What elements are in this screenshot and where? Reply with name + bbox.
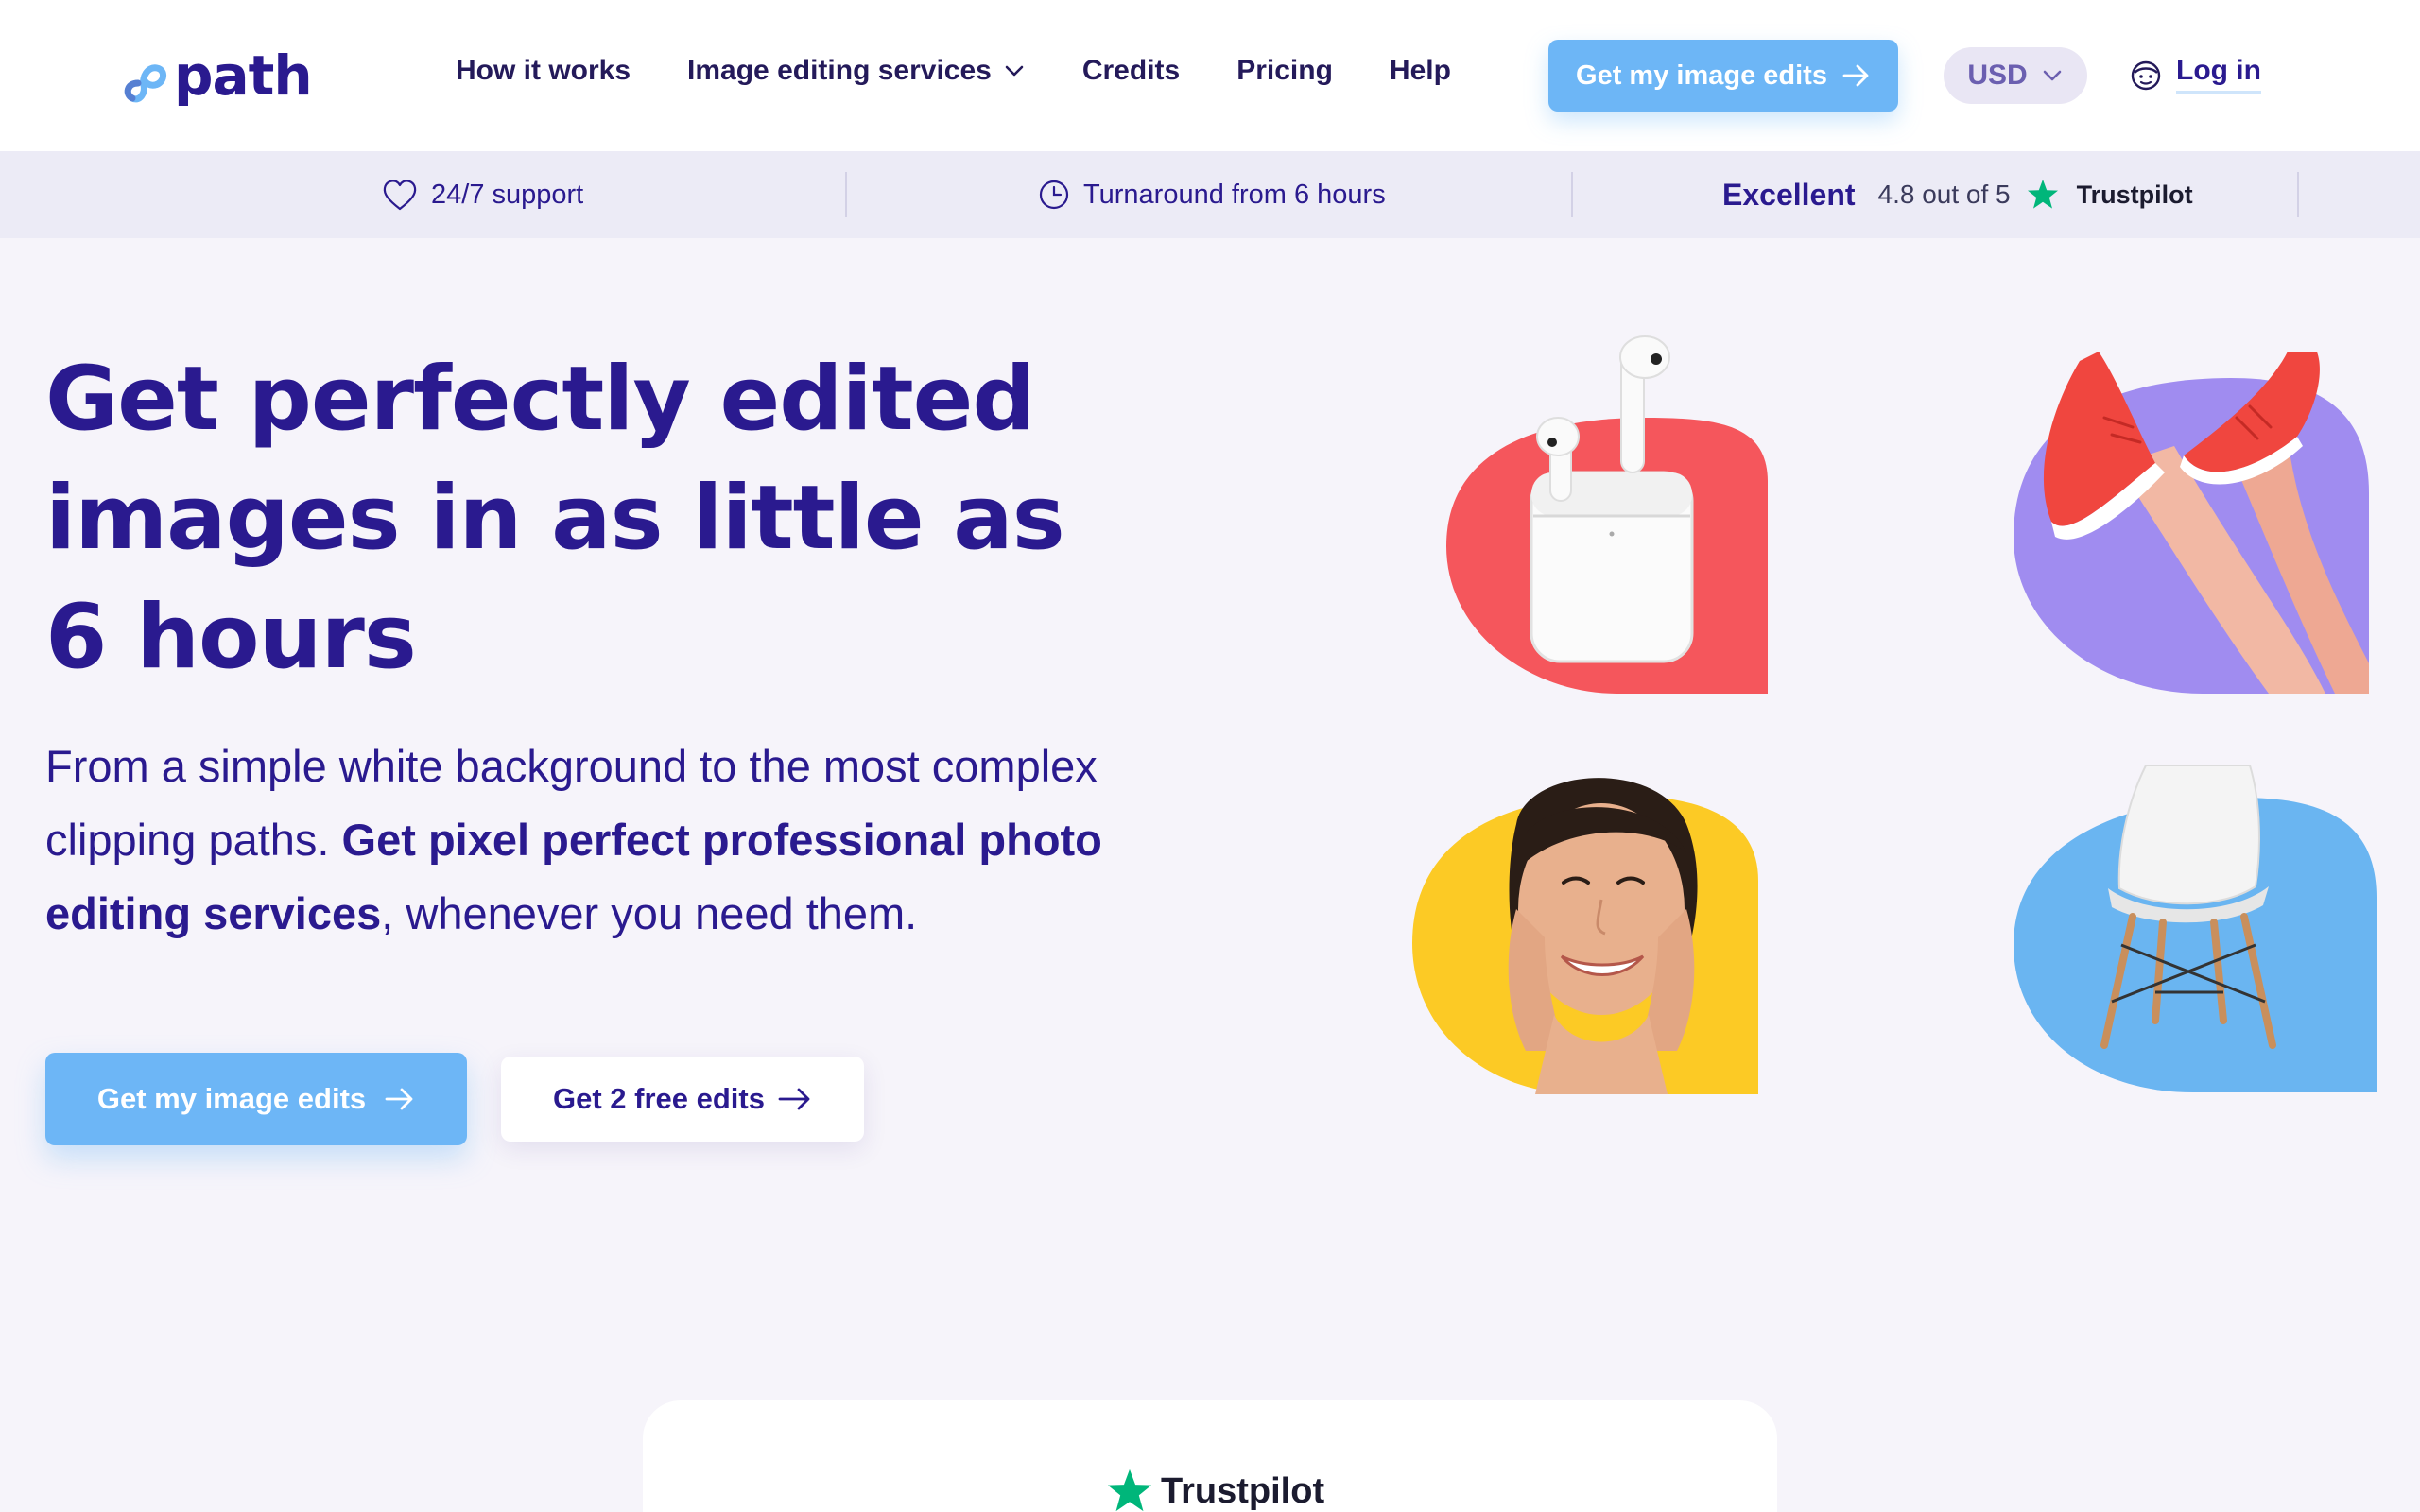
review-card-trustpilot-wordmark: Trustpilot	[1161, 1470, 1325, 1511]
hero-title: Get perfectly edited images in as little…	[45, 348, 1065, 689]
brand-logo[interactable]: path	[117, 43, 313, 108]
airpods-image	[1446, 331, 1768, 694]
user-face-icon	[2131, 60, 2161, 91]
nav-image-editing-services[interactable]: Image editing services	[687, 55, 1026, 87]
hero-subtitle-outro: , whenever you need them.	[381, 888, 918, 938]
header-get-edits-label: Get my image edits	[1576, 60, 1827, 91]
free-edits-label: Get 2 free edits	[553, 1082, 765, 1115]
hero-get-edits-button[interactable]: Get my image edits	[45, 1053, 467, 1145]
chevron-down-icon	[2043, 70, 2061, 81]
brand-name: path	[174, 43, 313, 108]
login-link[interactable]: Log in	[2129, 55, 2261, 94]
nav-credits[interactable]: Credits	[1082, 55, 1180, 87]
nav-help-label: Help	[1389, 55, 1451, 86]
strip-divider	[2297, 172, 2299, 217]
arrow-right-icon	[1842, 64, 1869, 87]
nav-pricing[interactable]: Pricing	[1236, 55, 1333, 87]
main-nav: How it works Image editing services Cred…	[456, 55, 1508, 87]
nav-help[interactable]: Help	[1390, 55, 1451, 87]
sneakers-image	[2014, 352, 2369, 694]
airpods-illustration	[1446, 335, 1768, 694]
review-card-trustpilot-logo[interactable]: Trustpilot	[1104, 1467, 1324, 1512]
path-logo-icon	[124, 64, 166, 103]
hero-subtitle: From a simple white background to the mo…	[45, 730, 1208, 951]
chair-illustration	[2014, 765, 2377, 1092]
nav-image-editing-services-label: Image editing services	[687, 55, 992, 86]
login-label: Log in	[2176, 55, 2261, 94]
sneakers-illustration	[2014, 352, 2369, 694]
support-info: 24/7 support	[382, 151, 583, 238]
rating-excellent-label: Excellent	[1722, 177, 1856, 212]
free-edits-button[interactable]: Get 2 free edits	[501, 1057, 864, 1142]
nav-pricing-label: Pricing	[1236, 55, 1333, 86]
trustpilot-star-icon	[1107, 1469, 1152, 1512]
arrow-right-icon	[385, 1088, 413, 1110]
trustpilot-rating[interactable]: Excellent 4.8 out of 5 Trustpilot	[1722, 151, 2193, 238]
chevron-down-icon	[1005, 65, 1024, 77]
currency-selector[interactable]: USD	[1944, 47, 2087, 104]
heart-icon	[383, 180, 417, 211]
currency-value: USD	[1967, 60, 2028, 91]
nav-how-it-works[interactable]: How it works	[456, 55, 631, 87]
nav-how-it-works-label: How it works	[456, 55, 631, 86]
strip-divider	[845, 172, 847, 217]
turnaround-label: Turnaround from 6 hours	[1083, 179, 1386, 210]
clock-icon	[1039, 180, 1069, 210]
portrait-image	[1412, 767, 1758, 1094]
trust-strip: 24/7 support Turnaround from 6 hours Exc…	[0, 151, 2420, 238]
support-label: 24/7 support	[431, 179, 584, 210]
trustpilot-star-icon	[2027, 180, 2058, 209]
hero-get-edits-label: Get my image edits	[96, 1082, 367, 1115]
turnaround-info: Turnaround from 6 hours	[1038, 151, 1386, 238]
nav-credits-label: Credits	[1081, 55, 1181, 86]
arrow-right-icon	[778, 1088, 810, 1110]
trustpilot-wordmark: Trustpilot	[2076, 180, 2193, 209]
strip-divider	[1571, 172, 1573, 217]
rating-score: 4.8 out of 5	[1877, 180, 2011, 209]
portrait-illustration	[1412, 778, 1758, 1094]
chair-image	[2014, 765, 2377, 1092]
site-header: path How it works Image editing services…	[0, 0, 2420, 151]
header-get-edits-button[interactable]: Get my image edits	[1548, 40, 1898, 112]
